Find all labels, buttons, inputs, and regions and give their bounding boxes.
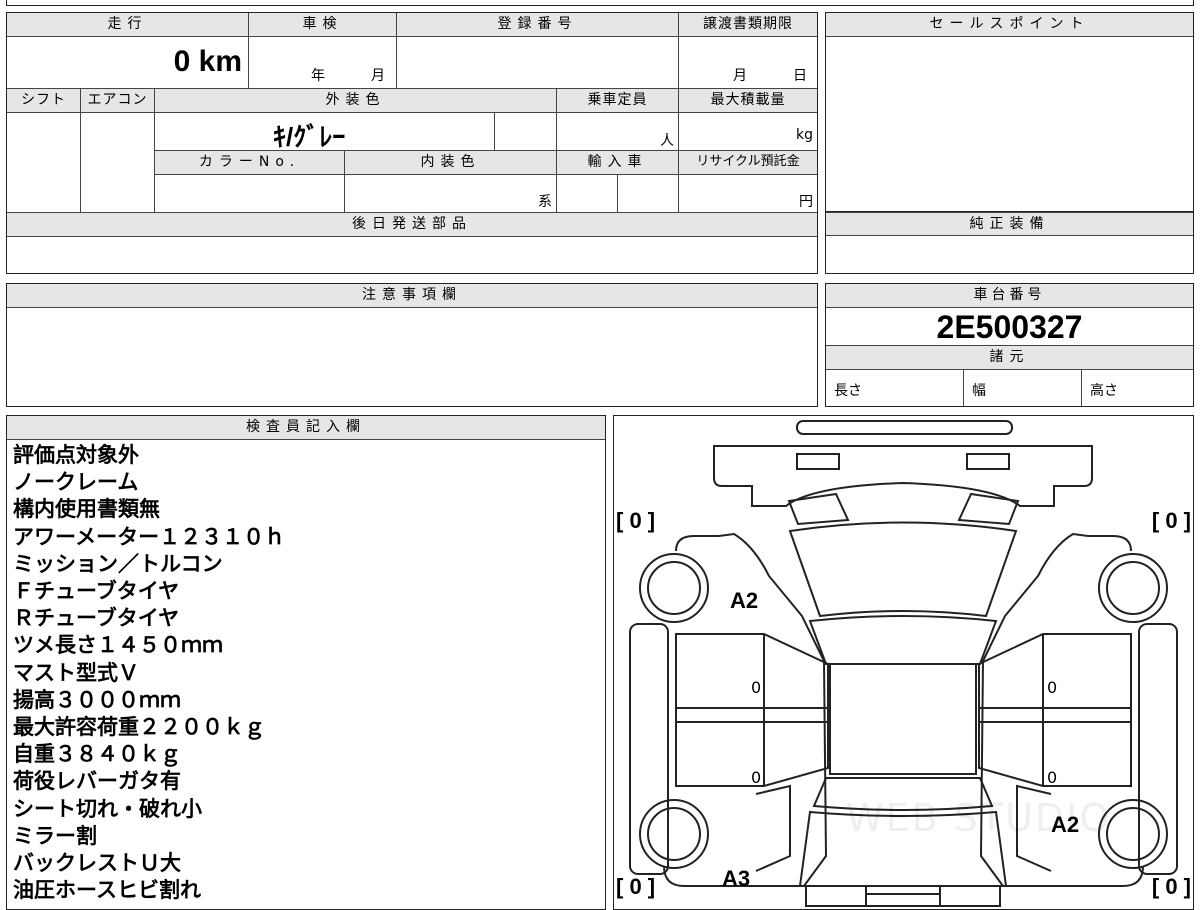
height-cell: 高さ <box>1082 370 1193 406</box>
tire-rr-label: [ 0 ] <box>1151 874 1191 899</box>
vehicle-info-table: 走行 車検 登録番号 譲渡書類期限 0 km 年 月 月 日 シフト エアコン … <box>6 12 818 274</box>
transfer-deadline-header: 譲渡書類期限 <box>679 13 817 37</box>
max-load-header: 最大積載量 <box>679 89 817 113</box>
deadline-day-unit: 日 <box>793 68 807 84</box>
door-fl-value: 0 <box>751 678 762 697</box>
inspector-notes-list: 評価点対象外 ノークレーム 構内使用書類無 アワーメーター１２３１０ｈ ミッショ… <box>13 442 285 904</box>
deadline-month-unit: 月 <box>733 68 747 84</box>
damage-mark-a2-front-left: A2 <box>730 588 759 613</box>
door-rl-value: 0 <box>751 768 762 787</box>
note-line: アワーメーター１２３１０ｈ <box>13 524 286 549</box>
sale-points-header: セールスポイント <box>826 13 1193 37</box>
chassis-box: 車台番号 2E500327 諸元 長さ 幅 高さ <box>825 283 1194 407</box>
note-line: バックレストＵ大 <box>13 851 181 876</box>
inspection-month-unit: 月 <box>371 68 385 84</box>
inspection-cell: 年 月 <box>249 37 397 89</box>
max-load-cell: kg <box>679 113 817 151</box>
shift-header: シフト <box>7 89 81 113</box>
recycle-fee-unit: 円 <box>799 194 813 210</box>
aircon-cell <box>81 113 155 213</box>
mileage-header: 走行 <box>7 13 249 37</box>
interior-color-cell: 系 <box>345 175 557 213</box>
registration-cell <box>397 37 679 89</box>
chassis-no-value: 2E500327 <box>936 309 1083 345</box>
registration-header: 登録番号 <box>397 13 679 37</box>
later-parts-header: 後日発送部品 <box>7 213 817 237</box>
chassis-no-cell: 2E500327 <box>826 308 1193 346</box>
capacity-unit: 人 <box>660 133 674 149</box>
caution-header: 注意事項欄 <box>7 284 817 308</box>
tire-fl-label: [ 0 ] <box>616 508 656 533</box>
exterior-color-value: ｷ/ｸﾞﾚｰ <box>273 122 346 152</box>
note-line: 最大許容荷重２２００ｋｇ <box>13 715 265 740</box>
import-cell-a <box>557 175 618 213</box>
note-line: シート切れ・破れ小 <box>13 796 202 821</box>
width-cell: 幅 <box>964 370 1082 406</box>
chassis-no-header: 車台番号 <box>826 284 1193 308</box>
note-line: 自重３８４０ｋｇ <box>13 742 181 767</box>
exterior-color-cell: ｷ/ｸﾞﾚｰ <box>155 113 495 152</box>
watermark: WEB STUDIO <box>846 796 1112 840</box>
genuine-equipment-box: 純正装備 <box>825 212 1194 274</box>
tire-rl-label: [ 0 ] <box>616 874 656 899</box>
sale-points-box: セールスポイント <box>825 12 1194 212</box>
note-line: 荷役レバーガタ有 <box>13 769 181 794</box>
note-line: 構内使用書類無 <box>13 497 160 522</box>
inspection-year-unit: 年 <box>311 68 325 84</box>
deadline-cell: 月 日 <box>679 37 817 89</box>
note-line: 油圧ホースヒビ割れ <box>13 878 201 903</box>
mileage-cell: 0 km <box>7 37 249 89</box>
specs-header: 諸元 <box>826 346 1193 370</box>
caution-box: 注意事項欄 <box>6 283 818 407</box>
note-line: 評価点対象外 <box>13 443 139 467</box>
aircon-header: エアコン <box>81 89 155 113</box>
color-no-cell <box>155 175 345 213</box>
exterior-color-header: 外装色 <box>155 89 557 113</box>
note-line: Ｆチューブタイヤ <box>13 579 180 604</box>
note-line: 揚高３０００ｍｍ <box>13 687 181 712</box>
width-label: 幅 <box>972 383 986 399</box>
inspector-header: 検査員記入欄 <box>7 416 605 440</box>
later-parts-cell <box>7 237 817 273</box>
max-load-unit: kg <box>796 127 813 143</box>
damage-diagram-box: [ 0 ] [ 0 ] [ 0 ] [ 0 ] A2 A2 A3 0 0 0 0… <box>613 415 1194 910</box>
tire-fr-label: [ 0 ] <box>1151 508 1191 533</box>
color-no-header: カラーNo. <box>155 151 345 175</box>
inspection-header: 車検 <box>249 13 397 37</box>
note-line: ミラー割 <box>13 823 97 848</box>
capacity-header: 乗車定員 <box>557 89 679 113</box>
height-label: 高さ <box>1090 383 1118 399</box>
genuine-equipment-header: 純正装備 <box>826 212 1193 236</box>
import-cell-b <box>618 175 679 213</box>
import-header: 輸入車 <box>557 151 679 175</box>
recycle-fee-header: リサイクル預託金 <box>679 151 817 175</box>
note-line: Ｒチューブタイヤ <box>13 606 180 631</box>
shift-cell <box>7 113 81 213</box>
length-cell: 長さ <box>826 370 964 406</box>
inspector-box: 検査員記入欄 評価点対象外 ノークレーム 構内使用書類無 アワーメーター１２３１… <box>6 415 606 910</box>
damage-mark-a3-rear-left: A3 <box>722 866 751 891</box>
interior-color-suffix: 系 <box>538 194 552 210</box>
note-line: マスト型式Ｖ <box>13 660 139 685</box>
note-line: ノークレーム <box>13 470 139 495</box>
length-label: 長さ <box>834 383 862 399</box>
note-line: ミッション／トルコン <box>13 551 223 576</box>
capacity-cell: 人 <box>557 113 679 151</box>
mileage-value: 0 km <box>173 45 242 78</box>
note-line: ツメ長さ１４５０ｍｍ <box>13 633 223 658</box>
interior-color-header: 内装色 <box>345 151 557 175</box>
recycle-fee-cell: 円 <box>679 175 817 213</box>
door-fr-value: 0 <box>1047 678 1058 697</box>
top-strip <box>6 0 1194 6</box>
exterior-color-extra-cell <box>495 113 557 151</box>
door-rr-value: 0 <box>1047 768 1058 787</box>
